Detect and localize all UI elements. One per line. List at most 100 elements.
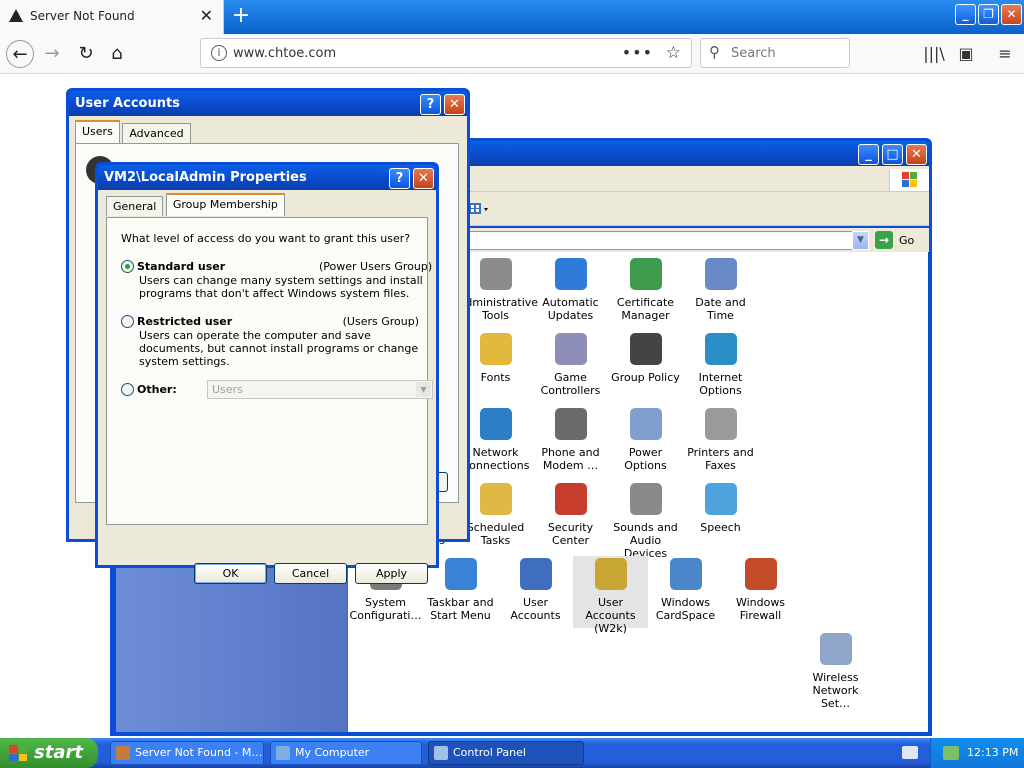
cp-item-icon xyxy=(669,558,702,590)
start-label: start xyxy=(34,742,83,763)
go-button[interactable]: → Go xyxy=(875,231,925,250)
cp-icon-item[interactable]: User Accounts (W2k) xyxy=(573,556,648,635)
cp-icon-item[interactable]: Windows CardSpace xyxy=(648,556,723,628)
standard-user-desc: Users can change many system settings an… xyxy=(139,274,423,300)
pr-tabs: General Group Membership xyxy=(106,193,285,217)
control-panel-icon xyxy=(434,746,448,760)
restore-icon[interactable]: ❐ xyxy=(978,4,999,25)
menu-icon[interactable]: ≡ xyxy=(993,42,1017,66)
ua-tabs: Users Advanced xyxy=(75,120,191,144)
cp-icon-item[interactable]: Windows Firewall xyxy=(723,556,798,628)
cp-item-label: Printers and Faxes xyxy=(687,446,754,472)
cp-item-label: Windows Firewall xyxy=(735,596,786,622)
apply-button[interactable]: Apply xyxy=(355,563,428,584)
pr-close-icon[interactable]: ✕ xyxy=(413,168,434,189)
user-accounts-titlebar[interactable]: User Accounts ? ✕ xyxy=(69,91,467,116)
views-icon[interactable] xyxy=(468,201,490,217)
browser-tab[interactable]: Server Not Found ✕ xyxy=(0,0,224,34)
ua-help-icon[interactable]: ? xyxy=(420,94,441,115)
windows-logo-icon xyxy=(889,169,929,191)
cp-item-label: User Accounts (W2k) xyxy=(585,596,636,635)
sidebar-icon[interactable]: ▣ xyxy=(954,42,978,66)
go-arrow-icon: → xyxy=(875,231,893,249)
tab-general[interactable]: General xyxy=(106,196,164,216)
url-bar[interactable]: i www.chtoe.com ••• ☆ xyxy=(200,38,692,68)
cp-icon-item[interactable]: Date and Time xyxy=(683,256,758,328)
cp-item-label: Group Policy xyxy=(611,371,680,384)
home-icon[interactable]: ⌂ xyxy=(103,40,131,68)
cp-close-icon[interactable]: ✕ xyxy=(906,144,927,165)
restricted-user-desc: Users can operate the computer and save … xyxy=(139,329,419,368)
cp-icon-item[interactable]: Automatic Updates xyxy=(533,256,608,328)
close-icon[interactable]: ✕ xyxy=(1001,4,1022,25)
cp-icon-item[interactable]: Sounds and Audio Devices xyxy=(608,481,683,560)
standard-user-label: Standard user xyxy=(137,260,226,273)
cp-item-label: Game Controllers xyxy=(540,371,601,397)
library-icon[interactable]: |||\ xyxy=(922,42,946,66)
cp-icon-item[interactable]: Internet Options xyxy=(683,331,758,403)
cp-item-icon xyxy=(744,558,777,590)
task-server-not-found[interactable]: Server Not Found - M… xyxy=(110,741,264,765)
bookmark-star-icon[interactable]: ☆ xyxy=(666,43,681,63)
tab-users[interactable]: Users xyxy=(75,120,120,143)
cp-item-icon xyxy=(704,333,737,365)
network-tray-icon[interactable] xyxy=(943,746,959,760)
cp-icon-item[interactable]: Security Center xyxy=(533,481,608,553)
properties-titlebar[interactable]: VM2\LocalAdmin Properties ? ✕ xyxy=(98,165,436,190)
keyboard-icon[interactable] xyxy=(902,746,918,759)
cp-minimize-icon[interactable]: _ xyxy=(858,144,879,165)
cp-icon-item[interactable]: Phone and Modem … xyxy=(533,406,608,478)
cp-maximize-icon[interactable]: □ xyxy=(882,144,903,165)
cp-item-icon xyxy=(629,408,662,440)
minimize-icon[interactable]: _ xyxy=(955,4,976,25)
cp-icon-item[interactable]: Game Controllers xyxy=(533,331,608,403)
cp-icon-item[interactable]: Power Options xyxy=(608,406,683,478)
cp-item-icon xyxy=(554,483,587,515)
new-tab-button[interactable]: + xyxy=(230,3,252,29)
cp-icon-item[interactable]: Certificate Manager xyxy=(608,256,683,328)
my-computer-icon xyxy=(276,746,290,760)
tab-title: Server Not Found xyxy=(30,9,135,23)
cp-icon-item[interactable]: Group Policy xyxy=(608,331,683,403)
ok-button[interactable]: OK xyxy=(194,563,267,584)
cp-icon-item[interactable]: User Accounts xyxy=(498,556,573,628)
cp-item-icon xyxy=(594,558,627,590)
task-label: Server Not Found - M… xyxy=(135,746,263,759)
cp-item-label: Date and Time xyxy=(695,296,746,322)
tab-advanced[interactable]: Advanced xyxy=(122,123,191,143)
cp-item-icon xyxy=(479,483,512,515)
forward-icon[interactable]: → xyxy=(38,40,66,68)
cp-item-icon xyxy=(479,408,512,440)
clock: 12:13 PM xyxy=(967,746,1019,759)
task-label: Control Panel xyxy=(453,746,526,759)
address-dropdown-icon[interactable]: ▼ xyxy=(852,231,869,250)
cp-icon-item[interactable]: Printers and Faxes xyxy=(683,406,758,478)
pr-help-icon[interactable]: ? xyxy=(389,168,410,189)
cp-item-icon xyxy=(444,558,477,590)
cancel-button[interactable]: Cancel xyxy=(274,563,347,584)
start-button[interactable]: start xyxy=(0,738,98,768)
cp-item-icon xyxy=(554,408,587,440)
ua-close-icon[interactable]: ✕ xyxy=(444,94,465,115)
cp-icon-item[interactable]: Speech xyxy=(683,481,758,553)
task-control-panel[interactable]: Control Panel xyxy=(428,741,584,765)
task-my-computer[interactable]: My Computer xyxy=(270,741,422,765)
page-actions-icon[interactable]: ••• xyxy=(622,43,653,62)
back-icon[interactable]: ← xyxy=(6,40,34,68)
other-radio[interactable] xyxy=(121,383,134,396)
search-input[interactable]: ⚲ Search xyxy=(700,38,850,68)
info-icon[interactable]: i xyxy=(211,45,227,61)
tab-close-icon[interactable]: ✕ xyxy=(200,6,213,25)
chevron-down-icon[interactable]: ▼ xyxy=(416,382,431,397)
other-group-select[interactable]: Users ▼ xyxy=(207,380,433,399)
cp-item-icon xyxy=(704,483,737,515)
url-text[interactable]: www.chtoe.com xyxy=(233,46,336,61)
cp-item-icon xyxy=(704,408,737,440)
restricted-user-radio[interactable] xyxy=(121,315,134,328)
reload-icon[interactable]: ↻ xyxy=(72,40,100,68)
standard-user-radio[interactable] xyxy=(121,260,134,273)
access-question: What level of access do you want to gran… xyxy=(121,232,411,245)
cp-icon-item[interactable]: Wireless Network Set… xyxy=(798,631,873,710)
tab-group-membership[interactable]: Group Membership xyxy=(165,193,285,216)
cp-item-icon xyxy=(479,258,512,290)
